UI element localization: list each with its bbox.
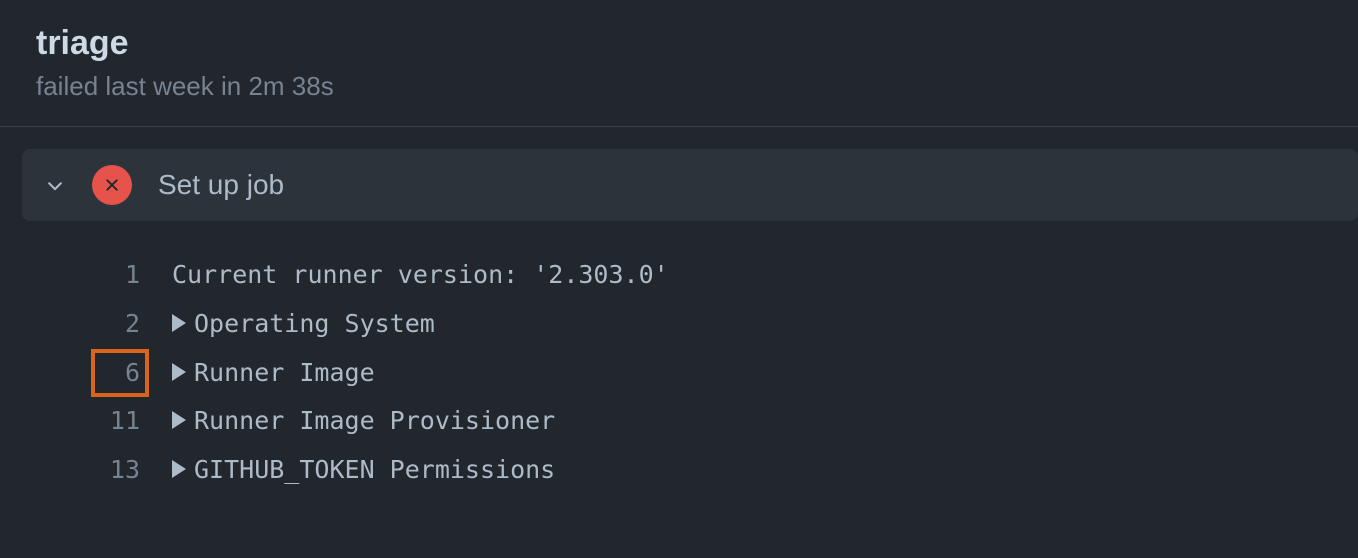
failure-icon	[92, 165, 132, 205]
step-row[interactable]: Set up job	[22, 149, 1358, 221]
line-number[interactable]: 1	[22, 251, 172, 300]
expand-triangle-icon	[172, 460, 186, 478]
log-line[interactable]: 2Operating System	[22, 300, 1358, 349]
log-line[interactable]: 6Runner Image	[22, 349, 1358, 398]
expand-triangle-icon	[172, 411, 186, 429]
log-text[interactable]: GITHUB_TOKEN Permissions	[172, 446, 555, 495]
line-number[interactable]: 6	[22, 349, 172, 398]
chevron-down-icon	[42, 172, 68, 198]
log-text[interactable]: Runner Image	[172, 349, 375, 398]
job-header: triage failed last week in 2m 38s	[0, 0, 1358, 127]
step-title: Set up job	[158, 169, 284, 201]
log-text[interactable]: Runner Image Provisioner	[172, 397, 555, 446]
log-line: 1Current runner version: '2.303.0'	[22, 251, 1358, 300]
log-line[interactable]: 11Runner Image Provisioner	[22, 397, 1358, 446]
log-lines-container: 1Current runner version: '2.303.0'2Opera…	[22, 221, 1358, 495]
log-line[interactable]: 13GITHUB_TOKEN Permissions	[22, 446, 1358, 495]
line-number[interactable]: 2	[22, 300, 172, 349]
expand-triangle-icon	[172, 314, 186, 332]
log-text[interactable]: Operating System	[172, 300, 435, 349]
line-number[interactable]: 11	[22, 397, 172, 446]
job-title: triage	[36, 24, 1358, 63]
log-text: Current runner version: '2.303.0'	[172, 251, 669, 300]
job-status: failed last week in 2m 38s	[36, 71, 1358, 102]
expand-triangle-icon	[172, 363, 186, 381]
log-content: Set up job 1Current runner version: '2.3…	[0, 127, 1358, 495]
line-number[interactable]: 13	[22, 446, 172, 495]
